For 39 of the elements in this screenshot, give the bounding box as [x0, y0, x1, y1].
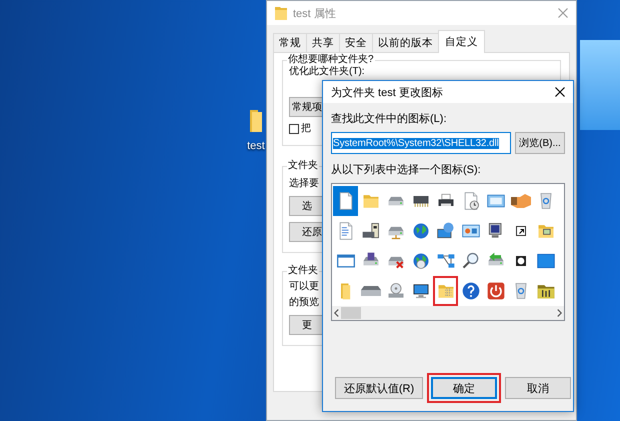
magnifier-icon [460, 251, 480, 271]
description-text: 可以更 [289, 281, 319, 293]
dialog-button[interactable]: 还原默认值(R) [335, 377, 423, 399]
group-legend: 文件夹 [287, 160, 319, 172]
field-label: 优化此文件夹(T): [289, 66, 365, 78]
description-text: 的预览 [289, 297, 319, 309]
computer-icon [360, 221, 380, 241]
folder-icon [275, 6, 287, 20]
checkbox[interactable] [289, 124, 299, 134]
file-path-field[interactable]: SystemRoot%\System32\SHELL32.dll [331, 132, 511, 154]
hand-icon [510, 193, 530, 209]
scroll-left-icon[interactable] [334, 309, 339, 317]
tab[interactable]: 常规 [273, 33, 307, 52]
small-disc-icon [516, 256, 526, 266]
dialog-button[interactable]: 确定 [431, 377, 497, 399]
globe-disc-icon [410, 251, 430, 271]
scroll-right-icon[interactable] [557, 309, 562, 317]
globe-icon [410, 221, 430, 241]
browse-button[interactable]: 浏览(B)... [515, 132, 565, 154]
folder-icon[interactable] [248, 110, 264, 132]
dialog-title: 为文件夹 test 更改图标 [331, 86, 444, 100]
group-legend: 你想要哪种文件夹? [287, 54, 375, 66]
list-label: 从以下列表中选择一个图标(S): [331, 163, 482, 177]
desktop-icon-label[interactable]: test [247, 140, 265, 152]
tab[interactable]: 自定义 [438, 30, 485, 53]
screen-icon [536, 251, 556, 271]
close-icon[interactable] [555, 87, 565, 97]
description-text: 选择要 [289, 178, 319, 190]
scrollbar-thumb[interactable] [341, 307, 361, 319]
help-icon [460, 281, 480, 301]
dialog-button[interactable]: 取消 [505, 377, 571, 399]
horizontal-scrollbar[interactable] [332, 306, 564, 320]
shortcut-arrow-icon [516, 226, 526, 236]
power-icon [486, 281, 506, 301]
globe-monitor-icon [436, 221, 456, 241]
group-legend: 文件夹 [287, 265, 319, 277]
checkbox-label: 把 [301, 123, 311, 135]
window-title: test 属性 [293, 6, 337, 20]
drive-icon [360, 286, 380, 296]
